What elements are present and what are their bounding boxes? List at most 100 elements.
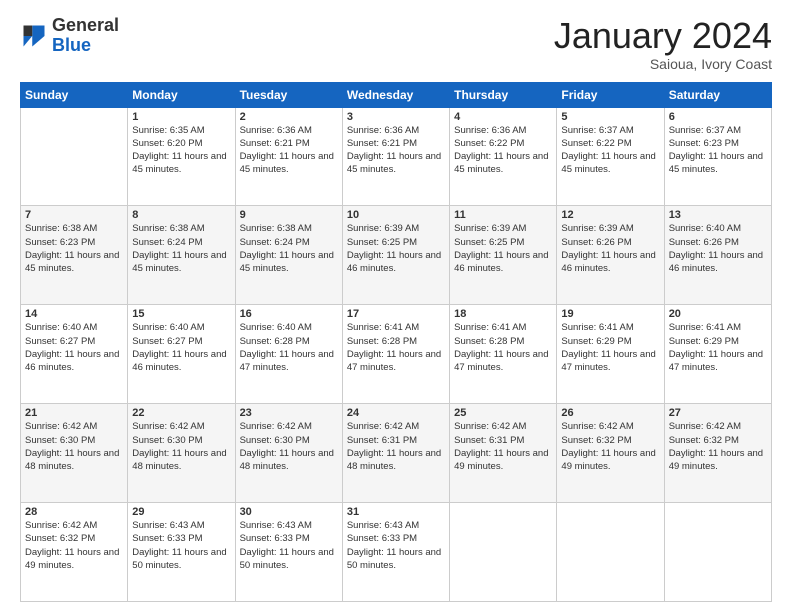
calendar-cell: 14 Sunrise: 6:40 AMSunset: 6:27 PMDaylig…: [21, 305, 128, 404]
day-number: 20: [669, 308, 767, 320]
day-info: Sunrise: 6:40 AMSunset: 6:26 PMDaylight:…: [669, 222, 767, 275]
day-number: 17: [347, 308, 445, 320]
day-number: 3: [347, 111, 445, 123]
day-info: Sunrise: 6:39 AMSunset: 6:26 PMDaylight:…: [561, 222, 659, 275]
calendar-cell: 21 Sunrise: 6:42 AMSunset: 6:30 PMDaylig…: [21, 404, 128, 503]
day-number: 31: [347, 506, 445, 518]
day-number: 25: [454, 407, 552, 419]
day-number: 4: [454, 111, 552, 123]
calendar-week-4: 21 Sunrise: 6:42 AMSunset: 6:30 PMDaylig…: [21, 404, 772, 503]
day-number: 1: [132, 111, 230, 123]
day-number: 8: [132, 209, 230, 221]
day-number: 23: [240, 407, 338, 419]
calendar-cell: 25 Sunrise: 6:42 AMSunset: 6:31 PMDaylig…: [450, 404, 557, 503]
day-number: 6: [669, 111, 767, 123]
calendar-cell: 26 Sunrise: 6:42 AMSunset: 6:32 PMDaylig…: [557, 404, 664, 503]
calendar-cell: 7 Sunrise: 6:38 AMSunset: 6:23 PMDayligh…: [21, 206, 128, 305]
header: General Blue January 2024 Saioua, Ivory …: [20, 16, 772, 72]
day-info: Sunrise: 6:36 AMSunset: 6:22 PMDaylight:…: [454, 124, 552, 177]
calendar-header-monday: Monday: [128, 82, 235, 107]
calendar-table: SundayMondayTuesdayWednesdayThursdayFrid…: [20, 82, 772, 602]
day-info: Sunrise: 6:43 AMSunset: 6:33 PMDaylight:…: [347, 519, 445, 572]
day-info: Sunrise: 6:38 AMSunset: 6:24 PMDaylight:…: [240, 222, 338, 275]
day-info: Sunrise: 6:42 AMSunset: 6:32 PMDaylight:…: [25, 519, 123, 572]
day-info: Sunrise: 6:41 AMSunset: 6:29 PMDaylight:…: [669, 321, 767, 374]
calendar-cell: 17 Sunrise: 6:41 AMSunset: 6:28 PMDaylig…: [342, 305, 449, 404]
day-info: Sunrise: 6:39 AMSunset: 6:25 PMDaylight:…: [347, 222, 445, 275]
calendar-cell: 1 Sunrise: 6:35 AMSunset: 6:20 PMDayligh…: [128, 107, 235, 206]
day-number: 5: [561, 111, 659, 123]
calendar-cell: 2 Sunrise: 6:36 AMSunset: 6:21 PMDayligh…: [235, 107, 342, 206]
day-number: 2: [240, 111, 338, 123]
day-number: 9: [240, 209, 338, 221]
logo: General Blue: [20, 16, 119, 56]
day-number: 7: [25, 209, 123, 221]
calendar-cell: 23 Sunrise: 6:42 AMSunset: 6:30 PMDaylig…: [235, 404, 342, 503]
calendar-cell: 18 Sunrise: 6:41 AMSunset: 6:28 PMDaylig…: [450, 305, 557, 404]
logo-general: General: [52, 15, 119, 35]
logo-icon: [20, 22, 48, 50]
calendar-cell: [664, 503, 771, 602]
day-info: Sunrise: 6:43 AMSunset: 6:33 PMDaylight:…: [132, 519, 230, 572]
day-number: 24: [347, 407, 445, 419]
calendar-cell: 13 Sunrise: 6:40 AMSunset: 6:26 PMDaylig…: [664, 206, 771, 305]
day-number: 15: [132, 308, 230, 320]
calendar-cell: 12 Sunrise: 6:39 AMSunset: 6:26 PMDaylig…: [557, 206, 664, 305]
calendar-cell: 31 Sunrise: 6:43 AMSunset: 6:33 PMDaylig…: [342, 503, 449, 602]
logo-text: General Blue: [52, 16, 119, 56]
day-info: Sunrise: 6:42 AMSunset: 6:30 PMDaylight:…: [240, 420, 338, 473]
day-number: 30: [240, 506, 338, 518]
calendar-header-wednesday: Wednesday: [342, 82, 449, 107]
day-info: Sunrise: 6:35 AMSunset: 6:20 PMDaylight:…: [132, 124, 230, 177]
calendar-week-5: 28 Sunrise: 6:42 AMSunset: 6:32 PMDaylig…: [21, 503, 772, 602]
day-info: Sunrise: 6:43 AMSunset: 6:33 PMDaylight:…: [240, 519, 338, 572]
calendar-cell: 9 Sunrise: 6:38 AMSunset: 6:24 PMDayligh…: [235, 206, 342, 305]
calendar-cell: [557, 503, 664, 602]
calendar-cell: 11 Sunrise: 6:39 AMSunset: 6:25 PMDaylig…: [450, 206, 557, 305]
day-number: 13: [669, 209, 767, 221]
title-block: January 2024 Saioua, Ivory Coast: [554, 16, 772, 72]
calendar-cell: 15 Sunrise: 6:40 AMSunset: 6:27 PMDaylig…: [128, 305, 235, 404]
calendar-cell: [21, 107, 128, 206]
day-info: Sunrise: 6:40 AMSunset: 6:28 PMDaylight:…: [240, 321, 338, 374]
day-number: 12: [561, 209, 659, 221]
calendar-header-saturday: Saturday: [664, 82, 771, 107]
day-number: 29: [132, 506, 230, 518]
calendar-cell: 4 Sunrise: 6:36 AMSunset: 6:22 PMDayligh…: [450, 107, 557, 206]
month-title: January 2024: [554, 16, 772, 56]
calendar-header-tuesday: Tuesday: [235, 82, 342, 107]
day-info: Sunrise: 6:42 AMSunset: 6:31 PMDaylight:…: [347, 420, 445, 473]
subtitle: Saioua, Ivory Coast: [554, 56, 772, 72]
day-info: Sunrise: 6:42 AMSunset: 6:31 PMDaylight:…: [454, 420, 552, 473]
day-info: Sunrise: 6:36 AMSunset: 6:21 PMDaylight:…: [240, 124, 338, 177]
logo-blue: Blue: [52, 35, 91, 55]
day-info: Sunrise: 6:38 AMSunset: 6:23 PMDaylight:…: [25, 222, 123, 275]
day-number: 28: [25, 506, 123, 518]
calendar-cell: 8 Sunrise: 6:38 AMSunset: 6:24 PMDayligh…: [128, 206, 235, 305]
day-number: 18: [454, 308, 552, 320]
calendar-cell: 29 Sunrise: 6:43 AMSunset: 6:33 PMDaylig…: [128, 503, 235, 602]
calendar-cell: [450, 503, 557, 602]
calendar-header-sunday: Sunday: [21, 82, 128, 107]
calendar-cell: 30 Sunrise: 6:43 AMSunset: 6:33 PMDaylig…: [235, 503, 342, 602]
day-number: 10: [347, 209, 445, 221]
calendar-header-row: SundayMondayTuesdayWednesdayThursdayFrid…: [21, 82, 772, 107]
day-info: Sunrise: 6:42 AMSunset: 6:30 PMDaylight:…: [132, 420, 230, 473]
day-number: 21: [25, 407, 123, 419]
calendar-header-friday: Friday: [557, 82, 664, 107]
calendar-week-1: 1 Sunrise: 6:35 AMSunset: 6:20 PMDayligh…: [21, 107, 772, 206]
day-number: 26: [561, 407, 659, 419]
calendar-cell: 3 Sunrise: 6:36 AMSunset: 6:21 PMDayligh…: [342, 107, 449, 206]
day-info: Sunrise: 6:40 AMSunset: 6:27 PMDaylight:…: [25, 321, 123, 374]
day-info: Sunrise: 6:42 AMSunset: 6:32 PMDaylight:…: [669, 420, 767, 473]
day-info: Sunrise: 6:40 AMSunset: 6:27 PMDaylight:…: [132, 321, 230, 374]
day-info: Sunrise: 6:37 AMSunset: 6:22 PMDaylight:…: [561, 124, 659, 177]
calendar-cell: 20 Sunrise: 6:41 AMSunset: 6:29 PMDaylig…: [664, 305, 771, 404]
day-info: Sunrise: 6:37 AMSunset: 6:23 PMDaylight:…: [669, 124, 767, 177]
day-number: 22: [132, 407, 230, 419]
calendar-header-thursday: Thursday: [450, 82, 557, 107]
calendar-cell: 16 Sunrise: 6:40 AMSunset: 6:28 PMDaylig…: [235, 305, 342, 404]
calendar-cell: 22 Sunrise: 6:42 AMSunset: 6:30 PMDaylig…: [128, 404, 235, 503]
calendar-cell: 19 Sunrise: 6:41 AMSunset: 6:29 PMDaylig…: [557, 305, 664, 404]
day-number: 19: [561, 308, 659, 320]
